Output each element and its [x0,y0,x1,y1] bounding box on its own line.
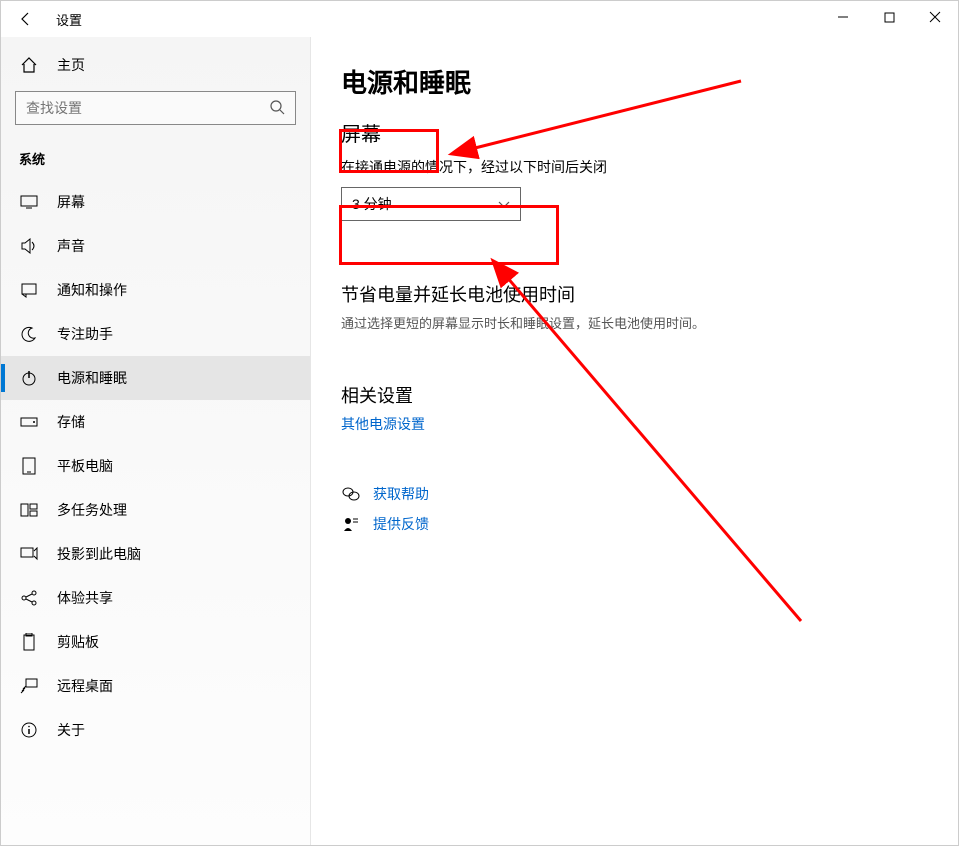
notification-icon [19,280,39,300]
tablet-icon [19,456,39,476]
search-icon [269,99,285,118]
sidebar-item-notifications[interactable]: 通知和操作 [1,268,310,312]
sidebar-item-clipboard[interactable]: 剪贴板 [1,620,310,664]
remote-icon [19,676,39,696]
sidebar-item-label: 远程桌面 [57,676,113,696]
sidebar-item-power[interactable]: 电源和睡眠 [1,356,310,400]
sidebar-item-label: 体验共享 [57,588,113,608]
related-link[interactable]: 其他电源设置 [341,414,938,434]
window-title: 设置 [56,10,82,29]
sidebar-item-remote[interactable]: 远程桌面 [1,664,310,708]
display-icon [19,192,39,212]
sidebar-item-about[interactable]: 关于 [1,708,310,752]
back-button[interactable] [11,4,41,34]
save-power-desc: 通过选择更短的屏幕显示时长和睡眠设置，延长电池使用时间。 [341,313,938,332]
clipboard-icon [19,632,39,652]
search-input[interactable] [15,91,296,125]
sidebar-item-sound[interactable]: 声音 [1,224,310,268]
feedback-link[interactable]: 提供反馈 [373,514,429,534]
sound-icon [19,236,39,256]
dropdown-value: 3 分钟 [352,194,392,214]
feedback-icon [341,516,361,532]
related-heading: 相关设置 [341,382,938,408]
sidebar: 主页 系统 屏幕 声音 [1,37,311,845]
page-title: 电源和睡眠 [341,63,938,100]
sidebar-item-label: 投影到此电脑 [57,544,141,564]
moon-icon [19,324,39,344]
sidebar-section-title: 系统 [1,131,310,176]
sidebar-item-display[interactable]: 屏幕 [1,180,310,224]
get-help-link[interactable]: 获取帮助 [373,484,429,504]
get-help-row[interactable]: 获取帮助 [341,484,938,504]
content-area: 电源和睡眠 屏幕 在接通电源的情况下，经过以下时间后关闭 3 分钟 节省电量并延… [311,37,958,845]
sidebar-home-label: 主页 [57,55,85,75]
search-field[interactable] [26,100,269,116]
maximize-button[interactable] [866,1,912,33]
sidebar-item-multitask[interactable]: 多任务处理 [1,488,310,532]
sidebar-item-tablet[interactable]: 平板电脑 [1,444,310,488]
screen-timeout-dropdown[interactable]: 3 分钟 [341,187,521,221]
sidebar-item-label: 平板电脑 [57,456,113,476]
sidebar-item-label: 剪贴板 [57,632,99,652]
feedback-row[interactable]: 提供反馈 [341,514,938,534]
help-icon [341,486,361,502]
sidebar-item-label: 屏幕 [57,192,85,212]
sidebar-home[interactable]: 主页 [1,47,310,83]
storage-icon [19,412,39,432]
power-icon [19,368,39,388]
multitask-icon [19,500,39,520]
home-icon [19,55,39,75]
sidebar-item-focus[interactable]: 专注助手 [1,312,310,356]
sidebar-item-label: 专注助手 [57,324,113,344]
sidebar-item-label: 存储 [57,412,85,432]
chevron-down-icon [498,196,510,212]
info-icon [19,720,39,740]
sidebar-item-label: 声音 [57,236,85,256]
close-button[interactable] [912,1,958,33]
sidebar-item-shared[interactable]: 体验共享 [1,576,310,620]
sidebar-item-label: 电源和睡眠 [57,368,127,388]
sidebar-item-label: 多任务处理 [57,500,127,520]
minimize-button[interactable] [820,1,866,33]
save-power-heading: 节省电量并延长电池使用时间 [341,281,938,307]
screen-heading: 屏幕 [341,118,938,147]
sidebar-item-label: 关于 [57,720,85,740]
sidebar-item-storage[interactable]: 存储 [1,400,310,444]
screen-desc: 在接通电源的情况下，经过以下时间后关闭 [341,157,938,177]
sidebar-nav: 屏幕 声音 通知和操作 专注助手 [1,180,310,752]
share-icon [19,588,39,608]
sidebar-item-label: 通知和操作 [57,280,127,300]
project-icon [19,544,39,564]
sidebar-item-projecting[interactable]: 投影到此电脑 [1,532,310,576]
